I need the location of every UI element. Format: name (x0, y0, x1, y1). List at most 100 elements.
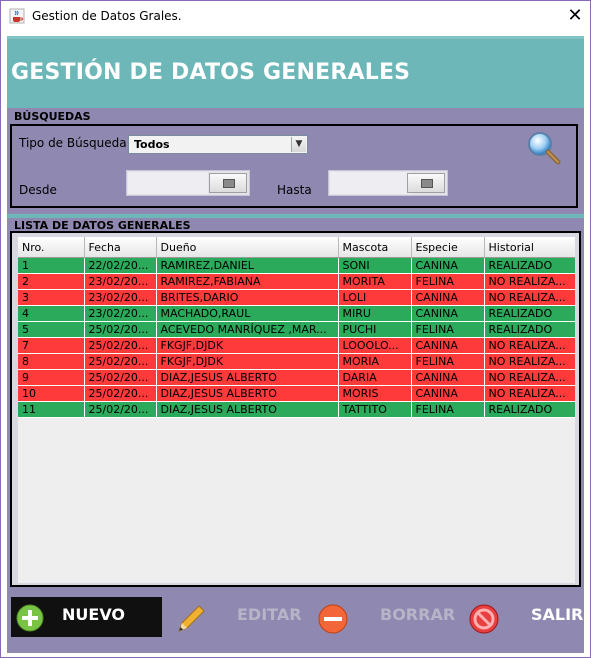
table-cell-mascota[interactable]: LOLI (338, 289, 412, 306)
table-cell-mascota[interactable]: MORIS (338, 385, 412, 402)
table-header-row: Nro. Fecha Dueño Mascota Especie Histori… (18, 237, 575, 258)
table-cell-fecha[interactable]: 23/02/20... (84, 305, 157, 322)
borrar-button[interactable]: BORRAR (380, 605, 456, 624)
table-cell-dueno[interactable]: RAMIREZ,DANIEL (156, 257, 339, 274)
chevron-down-icon[interactable]: ▼ (291, 137, 306, 152)
column-header-mascota[interactable]: Mascota (338, 237, 412, 258)
minus-icon[interactable] (318, 604, 348, 634)
desde-calendar-button[interactable] (209, 173, 247, 193)
table-row[interactable]: 1 22/02/20... RAMIREZ,DANIEL SONI CANINA REAL… (18, 257, 575, 274)
table-cell-especie[interactable]: FELINA (411, 273, 485, 290)
table-cell-dueno[interactable]: BRITES,DARIO (156, 289, 339, 306)
pencil-icon[interactable] (175, 603, 207, 635)
table-cell-nro[interactable]: 1 (18, 257, 85, 274)
table-cell-fecha[interactable]: 25/02/20... (84, 385, 157, 402)
table-cell-especie[interactable]: CANINA (411, 385, 485, 402)
table-cell-mascota[interactable]: MORIA (338, 353, 412, 370)
table-row[interactable]: 8 25/02/20... FKGJF,DJDK MORIA FELINA NO REAL… (18, 353, 575, 370)
close-button[interactable]: ✕ (561, 4, 589, 28)
table-cell-especie[interactable]: CANINA (411, 289, 485, 306)
column-header-especie[interactable]: Especie (411, 237, 485, 258)
table-row[interactable]: 4 23/02/20... MACHADO,RAUL MIRU CANINA REALIZ… (18, 305, 575, 322)
desde-date-input[interactable] (128, 172, 208, 194)
column-header-fecha[interactable]: Fecha (84, 237, 157, 258)
plus-icon[interactable] (16, 604, 44, 632)
desde-date-field[interactable] (126, 170, 250, 196)
table-cell-fecha[interactable]: 25/02/20... (84, 337, 157, 354)
table-cell-nro[interactable]: 5 (18, 321, 85, 338)
table-cell-nro[interactable]: 8 (18, 353, 85, 370)
table-cell-fecha[interactable]: 25/02/20... (84, 321, 157, 338)
list-box: Nro. Fecha Dueño Mascota Especie Histori… (10, 231, 581, 587)
table-cell-historial[interactable]: NO REALIZA... (484, 353, 575, 370)
table-cell-fecha[interactable]: 23/02/20... (84, 273, 157, 290)
table-cell-dueno[interactable]: DIAZ,JESUS ALBERTO (156, 385, 339, 402)
table-cell-historial[interactable]: NO REALIZA... (484, 273, 575, 290)
table-cell-dueno[interactable]: MACHADO,RAUL (156, 305, 339, 322)
column-header-nro[interactable]: Nro. (18, 237, 85, 258)
table-row[interactable]: 3 23/02/20... BRITES,DARIO LOLI CANINA NO REA… (18, 289, 575, 306)
table-cell-historial[interactable]: REALIZADO (484, 401, 575, 418)
table-cell-especie[interactable]: CANINA (411, 305, 485, 322)
table-cell-especie[interactable]: FELINA (411, 321, 485, 338)
hasta-date-input[interactable] (330, 172, 410, 194)
tipo-busqueda-select[interactable]: Todos ▼ (128, 135, 308, 154)
table-cell-historial[interactable]: NO REALIZA... (484, 289, 575, 306)
table-cell-mascota[interactable]: PUCHI (338, 321, 412, 338)
table-cell-mascota[interactable]: TATTITO (338, 401, 412, 418)
table-cell-mascota[interactable]: LOOOLO... (338, 337, 412, 354)
table-cell-fecha[interactable]: 25/02/20... (84, 353, 157, 370)
table-cell-dueno[interactable]: ACEVEDO MANRÍQUEZ ,MAR... (156, 321, 339, 338)
stop-icon[interactable] (468, 603, 500, 635)
table-row[interactable]: 10 25/02/20... DIAZ,JESUS ALBERTO MORIS CANI… (18, 385, 575, 402)
table-cell-especie[interactable]: CANINA (411, 257, 485, 274)
table-cell-mascota[interactable]: DARIA (338, 369, 412, 386)
table-cell-fecha[interactable]: 25/02/20... (84, 401, 157, 418)
table-row[interactable]: 5 25/02/20... ACEVEDO MANRÍQUEZ ,MAR... PUC… (18, 321, 575, 338)
table-cell-nro[interactable]: 2 (18, 273, 85, 290)
nuevo-button-label[interactable]: NUEVO (62, 605, 125, 624)
table-cell-dueno[interactable]: DIAZ,JESUS ALBERTO (156, 369, 339, 386)
table-cell-nro[interactable]: 11 (18, 401, 85, 418)
table-cell-mascota[interactable]: SONI (338, 257, 412, 274)
table-cell-dueno[interactable]: FKGJF,DJDK (156, 337, 339, 354)
table-cell-nro[interactable]: 7 (18, 337, 85, 354)
table-cell-nro[interactable]: 4 (18, 305, 85, 322)
table-row[interactable]: 11 25/02/20... DIAZ,JESUS ALBERTO TATTITO FE… (18, 401, 575, 418)
table-cell-fecha[interactable]: 25/02/20... (84, 369, 157, 386)
table-cell-historial[interactable]: REALIZADO (484, 305, 575, 322)
hasta-label: Hasta (277, 183, 312, 197)
hasta-date-field[interactable] (328, 170, 448, 196)
table-cell-dueno[interactable]: FKGJF,DJDK (156, 353, 339, 370)
table-cell-historial[interactable]: REALIZADO (484, 257, 575, 274)
table-cell-dueno[interactable]: RAMIREZ,FABIANA (156, 273, 339, 290)
column-header-historial[interactable]: Historial (484, 237, 575, 258)
table-cell-mascota[interactable]: MORITA (338, 273, 412, 290)
column-header-dueno[interactable]: Dueño (156, 237, 339, 258)
magnifier-icon[interactable] (526, 130, 562, 166)
search-box: Tipo de Búsqueda Todos ▼ Desde Hasta (10, 124, 578, 208)
table-cell-especie[interactable]: CANINA (411, 337, 485, 354)
table-cell-dueno[interactable]: DIAZ,JESUS ALBERTO (156, 401, 339, 418)
editar-button[interactable]: EDITAR (237, 605, 302, 624)
table-cell-historial[interactable]: NO REALIZA... (484, 369, 575, 386)
table-cell-historial[interactable]: NO REALIZA... (484, 385, 575, 402)
table-row[interactable]: 7 25/02/20... FKGJF,DJDK LOOOLO... CANINA NO … (18, 337, 575, 354)
search-section-label: BÚSQUEDAS (14, 110, 91, 123)
salir-button[interactable]: SALIR (531, 605, 584, 624)
data-table-viewport[interactable]: Nro. Fecha Dueño Mascota Especie Histori… (18, 237, 575, 583)
table-cell-especie[interactable]: FELINA (411, 401, 485, 418)
table-cell-nro[interactable]: 3 (18, 289, 85, 306)
hasta-calendar-button[interactable] (407, 173, 445, 193)
table-row[interactable]: 9 25/02/20... DIAZ,JESUS ALBERTO DARIA CANIN… (18, 369, 575, 386)
table-cell-especie[interactable]: FELINA (411, 353, 485, 370)
table-cell-especie[interactable]: CANINA (411, 369, 485, 386)
table-cell-historial[interactable]: NO REALIZA... (484, 337, 575, 354)
table-row[interactable]: 2 23/02/20... RAMIREZ,FABIANA MORITA FELINA N… (18, 273, 575, 290)
table-cell-fecha[interactable]: 22/02/20... (84, 257, 157, 274)
table-cell-nro[interactable]: 10 (18, 385, 85, 402)
table-cell-nro[interactable]: 9 (18, 369, 85, 386)
table-cell-mascota[interactable]: MIRU (338, 305, 412, 322)
table-cell-fecha[interactable]: 23/02/20... (84, 289, 157, 306)
table-cell-historial[interactable]: REALIZADO (484, 321, 575, 338)
